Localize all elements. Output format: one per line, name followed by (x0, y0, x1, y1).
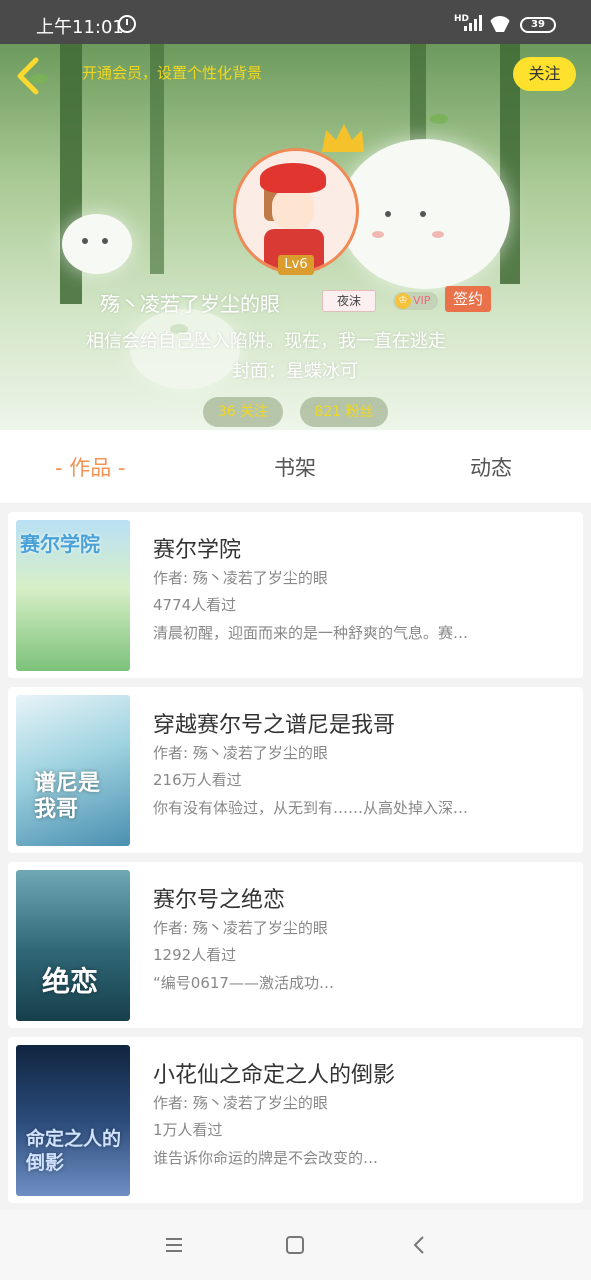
home-icon[interactable] (285, 1235, 305, 1255)
cover-title: 绝恋 (42, 965, 99, 998)
profile-tabs: - 作品 - 书架 动态 (0, 430, 591, 504)
cover-title: 命定之人的倒影 (26, 1128, 122, 1174)
tab-works[interactable]: - 作品 - (55, 452, 126, 482)
status-time: 上午11:01 (36, 17, 124, 38)
vip-label: VIP (413, 294, 431, 307)
book-card[interactable]: 绝恋 赛尔号之绝恋 作者: 殇丶凌若了岁尘的眼 1292人看过 “编号0617—… (8, 862, 583, 1028)
book-description: “编号0617——激活成功… (153, 974, 334, 992)
cover-credit: 封面：星蝶冰可 (232, 361, 358, 382)
book-cover: 绝恋 (16, 870, 130, 1021)
book-author: 作者: 殇丶凌若了岁尘的眼 (153, 919, 328, 937)
profile-header: 开通会员，设置个性化背景 关注 Lv6 殇丶凌若了岁尘的眼 夜沫 ♔ VIP 签… (0, 44, 591, 430)
leaf-decoration (430, 114, 448, 124)
status-bar: 上午11:01 HD 39 (0, 0, 591, 44)
alarm-icon (118, 15, 136, 33)
tab-bookshelf[interactable]: 书架 (274, 452, 316, 482)
back-icon[interactable] (410, 1235, 430, 1255)
tab-activity[interactable]: 动态 (470, 452, 512, 482)
battery-icon: 39 (520, 17, 556, 33)
crown-coin-icon: ♔ (395, 293, 411, 309)
mascot-blob (62, 214, 132, 274)
book-card[interactable]: 赛尔学院 赛尔学院 作者: 殇丶凌若了岁尘的眼 4774人看过 清晨初醒，迎面而… (8, 512, 583, 678)
book-description: 谁告诉你命运的牌是不会改变的… (153, 1149, 379, 1167)
signed-badge: 签约 (445, 286, 491, 312)
book-cover: 谱尼是我哥 (16, 695, 130, 846)
book-card[interactable]: 命定之人的倒影 小花仙之命定之人的倒影 作者: 殇丶凌若了岁尘的眼 1万人看过 … (8, 1037, 583, 1203)
following-count[interactable]: 36 关注 (203, 397, 283, 427)
vip-background-prompt[interactable]: 开通会员，设置个性化背景 (82, 62, 262, 83)
crown-icon (322, 124, 364, 152)
level-badge: Lv6 (278, 255, 314, 275)
cover-title: 赛尔学院 (20, 532, 100, 556)
profile-bio: 相信会给自己坠入陷阱。现在，我一直在逃走 (86, 331, 446, 352)
back-button[interactable] (12, 56, 46, 96)
book-title: 赛尔号之绝恋 (153, 888, 286, 913)
book-views: 1万人看过 (153, 1121, 223, 1139)
book-title: 赛尔学院 (153, 538, 242, 563)
book-cover: 命定之人的倒影 (16, 1045, 130, 1196)
username: 殇丶凌若了岁尘的眼 (100, 292, 280, 316)
followers-count[interactable]: 821 粉丝 (300, 397, 388, 427)
book-card[interactable]: 谱尼是我哥 穿越赛尔号之谱尼是我哥 作者: 殇丶凌若了岁尘的眼 216万人看过 … (8, 687, 583, 853)
cover-title: 谱尼是我哥 (34, 771, 101, 822)
book-cover: 赛尔学院 (16, 520, 130, 671)
book-author: 作者: 殇丶凌若了岁尘的眼 (153, 744, 328, 762)
menu-icon[interactable] (164, 1235, 184, 1255)
wifi-icon (488, 16, 512, 32)
book-author: 作者: 殇丶凌若了岁尘的眼 (153, 1094, 328, 1112)
book-description: 清晨初醒，迎面而来的是一种舒爽的气息。赛… (153, 624, 469, 642)
vip-badge: ♔ VIP (393, 292, 438, 310)
chevron-left-icon (17, 57, 39, 95)
book-views: 4774人看过 (153, 596, 237, 614)
battery-level: 39 (531, 19, 545, 30)
book-views: 216万人看过 (153, 771, 242, 789)
book-author: 作者: 殇丶凌若了岁尘的眼 (153, 569, 328, 587)
system-nav-bar (0, 1210, 591, 1280)
nickname-tag: 夜沫 (322, 290, 376, 312)
book-description: 你有没有体验过，从无到有……从高处掉入深… (153, 799, 469, 817)
book-title: 小花仙之命定之人的倒影 (153, 1063, 396, 1088)
signal-icon (464, 15, 482, 31)
mascot-blob (340, 139, 510, 289)
follow-button[interactable]: 关注 (513, 57, 576, 91)
book-views: 1292人看过 (153, 946, 237, 964)
book-title: 穿越赛尔号之谱尼是我哥 (153, 713, 396, 738)
